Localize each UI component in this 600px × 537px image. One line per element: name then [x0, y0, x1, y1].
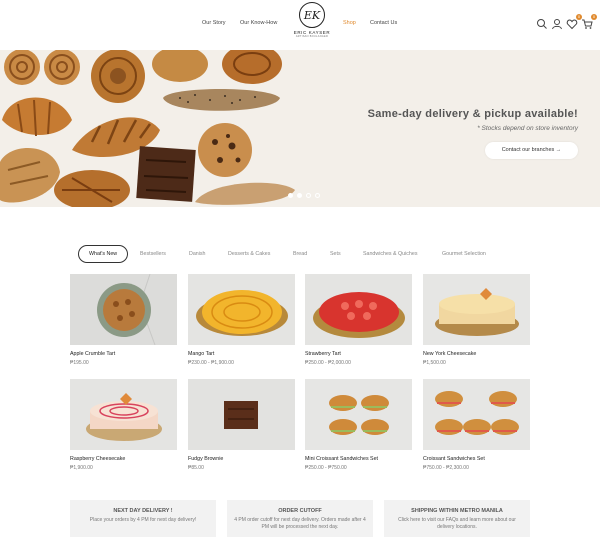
product-image[interactable] [305, 379, 412, 450]
product-price: ₱1,900.00 [70, 465, 93, 471]
product-name[interactable]: Strawberry Tart [305, 351, 412, 357]
product-price: ₱230.00 - ₱1,900.00 [188, 360, 234, 366]
carousel-dot[interactable] [288, 193, 293, 198]
product-card[interactable]: Strawberry Tart ₱250.00 - ₱2,000.00 [305, 274, 412, 366]
site-header: Our Story Our Know-How EK ERIC KAYSER AR… [0, 0, 600, 50]
product-price: ₱1,500.00 [423, 360, 446, 366]
product-image[interactable] [70, 379, 177, 450]
info-next-day-delivery: NEXT DAY DELIVERY ! Place your orders by… [70, 500, 216, 537]
info-title: ORDER CUTOFF [278, 508, 322, 514]
info-title: NEXT DAY DELIVERY ! [113, 508, 173, 514]
info-text: Place your orders by 4 PM for next day d… [89, 517, 197, 523]
pastry-illustration [0, 50, 295, 207]
hero-subtitle: * Stocks depend on store inventory [477, 125, 578, 132]
logo-tagline: ARTISAN BOULANGER [295, 35, 329, 38]
product-price: ₱750.00 - ₱2,300.00 [423, 465, 469, 471]
product-price: ₱250.00 - ₱750.00 [305, 465, 347, 471]
tab-whats-new[interactable]: What's New [78, 245, 129, 263]
category-tabs: What's New Bestsellers Danish Desserts &… [0, 245, 600, 263]
product-image[interactable] [423, 379, 530, 450]
tab-danish[interactable]: Danish [189, 245, 206, 263]
search-icon[interactable] [536, 17, 548, 29]
tab-bestsellers[interactable]: Bestsellers [140, 245, 166, 263]
product-image[interactable] [188, 274, 295, 345]
tab-bread[interactable]: Bread [293, 245, 307, 263]
cart-count-badge: 0 [591, 14, 597, 20]
product-image[interactable] [305, 274, 412, 345]
product-name[interactable]: Apple Crumble Tart [70, 351, 177, 357]
carousel-dot[interactable] [297, 193, 302, 198]
wishlist-icon[interactable]: 0 [566, 14, 582, 30]
product-name[interactable]: Raspberry Cheesecake [70, 456, 177, 462]
product-card[interactable]: Mango Tart ₱230.00 - ₱1,900.00 [188, 274, 295, 366]
product-card[interactable]: New York Cheesecake ₱1,500.00 [423, 274, 530, 366]
product-name[interactable]: New York Cheesecake [423, 351, 530, 357]
nav-our-know-how[interactable]: Our Know-How [240, 20, 277, 26]
product-price: ₱195.00 [70, 360, 89, 366]
hero-title: Same-day delivery & pickup available! [367, 108, 578, 120]
nav-our-story[interactable]: Our Story [202, 20, 226, 26]
product-name[interactable]: Mini Croissant Sandwiches Set [305, 456, 412, 462]
product-price: ₱85.00 [188, 465, 204, 471]
nav-shop[interactable]: Shop [343, 20, 356, 26]
tab-gourmet-selection[interactable]: Gourmet Selection [442, 245, 486, 263]
tab-desserts-cakes[interactable]: Desserts & Cakes [228, 245, 270, 263]
brand-logo[interactable]: EK ERIC KAYSER ARTISAN BOULANGER [292, 2, 332, 48]
product-card[interactable]: Fudgy Brownie ₱85.00 [188, 379, 295, 471]
info-title: SHIPPING WITHIN METRO MANILA [411, 508, 503, 514]
account-icon[interactable] [551, 17, 563, 30]
product-image[interactable] [423, 274, 530, 345]
product-name[interactable]: Mango Tart [188, 351, 295, 357]
product-name[interactable]: Fudgy Brownie [188, 456, 295, 462]
product-price: ₱250.00 - ₱2,000.00 [305, 360, 351, 366]
info-order-cutoff: ORDER CUTOFF 4 PM order cutoff for next … [227, 500, 373, 537]
info-text: 4 PM order cutoff for next day delivery.… [234, 517, 366, 530]
carousel-dot[interactable] [306, 193, 311, 198]
tab-sandwiches-quiches[interactable]: Sandwiches & Quiches [363, 245, 417, 263]
product-image[interactable] [188, 379, 295, 450]
hero-banner: Same-day delivery & pickup available! * … [0, 50, 600, 207]
logo-mark: EK [299, 2, 325, 28]
product-image[interactable] [70, 274, 177, 345]
cart-icon[interactable]: 0 [581, 14, 597, 29]
tab-sets[interactable]: Sets [330, 245, 341, 263]
info-shipping-metro-manila[interactable]: SHIPPING WITHIN METRO MANILA Click here … [384, 500, 530, 537]
product-name[interactable]: Croissant Sandwiches Set [423, 456, 530, 462]
carousel-dots [288, 193, 320, 198]
product-card[interactable]: Apple Crumble Tart ₱195.00 [70, 274, 177, 366]
contact-branches-button[interactable]: Contact our branches → [485, 142, 578, 159]
product-card[interactable]: Croissant Sandwiches Set ₱750.00 - ₱2,30… [423, 379, 530, 471]
carousel-dot[interactable] [315, 193, 320, 198]
product-card[interactable]: Raspberry Cheesecake ₱1,900.00 [70, 379, 177, 471]
product-card[interactable]: Mini Croissant Sandwiches Set ₱250.00 - … [305, 379, 412, 471]
nav-contact-us[interactable]: Contact Us [370, 20, 397, 26]
info-text[interactable]: Click here to visit our FAQs and learn m… [384, 517, 530, 531]
